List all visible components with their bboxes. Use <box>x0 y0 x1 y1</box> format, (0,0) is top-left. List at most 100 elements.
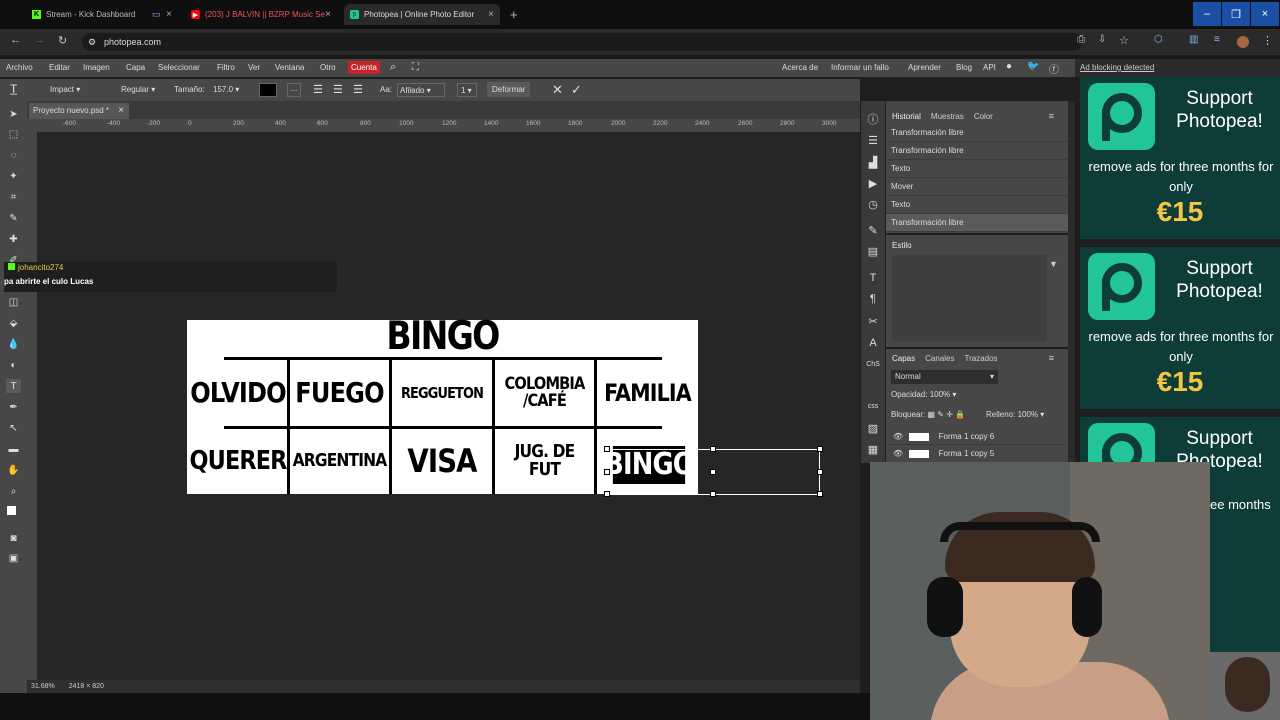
lock-icons[interactable]: ▦ ✎ ✛ 🔒 <box>927 410 965 419</box>
history-item[interactable]: Transformación libre <box>886 214 1068 232</box>
tab-color[interactable]: Color <box>974 112 993 121</box>
eye-icon[interactable]: 👁 <box>893 449 903 458</box>
close-icon[interactable]: × <box>325 9 331 20</box>
actions-icon[interactable]: ▶ <box>866 176 880 190</box>
history-item[interactable]: Texto <box>886 196 1068 214</box>
twitter-icon[interactable]: 🐦 <box>1027 61 1039 72</box>
eraser-tool-icon[interactable]: ◫ <box>6 295 21 309</box>
font-select[interactable]: Impact ▾ <box>50 85 80 94</box>
pen-tool-icon[interactable]: ✒ <box>6 400 21 414</box>
cast-icon[interactable]: ▭ <box>152 9 161 20</box>
move-tool-icon[interactable]: ➤ <box>6 107 21 121</box>
back-icon[interactable]: ← <box>10 34 21 46</box>
weight-select[interactable]: Regular ▾ <box>121 85 155 94</box>
text-color-swatch[interactable] <box>259 83 277 97</box>
link-acerca[interactable]: Acerca de <box>782 63 818 72</box>
transform-handle[interactable] <box>710 491 716 497</box>
text-tool-icon[interactable]: T̲ <box>10 82 17 96</box>
panel-menu-icon[interactable]: ≡ <box>1049 353 1054 363</box>
close-icon[interactable]: × <box>488 9 494 20</box>
menu-seleccionar[interactable]: Seleccionar <box>158 63 200 72</box>
kebab-menu-icon[interactable]: ⋮ <box>1262 34 1273 47</box>
blend-mode-select[interactable]: Normal ▾ <box>891 370 998 384</box>
channels-icon[interactable]: ChS <box>866 357 880 371</box>
histogram-icon[interactable]: ▟ <box>866 155 880 169</box>
hand-tool-icon[interactable]: ✋ <box>6 463 21 477</box>
direction-select[interactable]: 1 ▾ <box>457 83 477 97</box>
tab-historial[interactable]: Historial <box>892 112 921 121</box>
confirm-icon[interactable]: ✓ <box>571 82 582 98</box>
image-icon[interactable]: ▨ <box>866 421 880 435</box>
layer-row[interactable]: 👁 Forma 1 copy 6 <box>886 428 1066 445</box>
extensions-icon[interactable]: ⬡ <box>1154 34 1163 45</box>
quick-mask-icon[interactable]: ◙ <box>6 531 21 545</box>
transform-handle[interactable] <box>604 469 610 475</box>
link-informar[interactable]: Informar un fallo <box>831 63 889 72</box>
menu-ventana[interactable]: Ventana <box>275 63 304 72</box>
transform-handle[interactable] <box>604 446 610 452</box>
tab-capas[interactable]: Capas <box>892 354 915 363</box>
align-right-icon[interactable]: ☰ <box>353 83 363 96</box>
blur-tool-icon[interactable]: 💧 <box>6 337 21 351</box>
minimize-button[interactable]: – <box>1193 2 1221 26</box>
info-icon[interactable]: ⓘ <box>866 112 880 126</box>
healing-tool-icon[interactable]: ✚ <box>6 232 21 246</box>
search-icon[interactable]: ⌕ <box>390 61 396 74</box>
brush-presets-icon[interactable]: ✎ <box>866 223 880 237</box>
marquee-tool-icon[interactable]: ⬚ <box>6 127 21 141</box>
align-center-icon[interactable]: ☰ <box>333 83 343 96</box>
fullscreen-icon[interactable]: ⛶ <box>412 62 419 73</box>
menu-otro[interactable]: Otro <box>320 63 336 72</box>
lasso-tool-icon[interactable]: ◌ <box>6 148 21 162</box>
chevron-down-icon[interactable]: ▼ <box>1049 259 1058 269</box>
menu-cuenta[interactable]: Cuenta <box>348 61 380 74</box>
tab-trazados[interactable]: Trazados <box>964 354 997 363</box>
ad-card[interactable]: Support Photopea! remove ads for three m… <box>1080 77 1280 239</box>
tools-icon[interactable]: ✂ <box>866 314 880 328</box>
bucket-tool-icon[interactable]: ⬙ <box>6 316 21 330</box>
menu-ver[interactable]: Ver <box>248 63 260 72</box>
star-icon[interactable]: ☆ <box>1119 34 1129 47</box>
properties-icon[interactable]: ☰ <box>866 133 880 147</box>
color-swatches-icon[interactable] <box>6 505 21 519</box>
transform-handle[interactable] <box>817 469 823 475</box>
deform-button[interactable]: Deformar <box>487 82 531 97</box>
css-icon[interactable]: css <box>866 399 880 413</box>
close-icon[interactable]: × <box>118 103 124 119</box>
document-tab[interactable]: Proyecto nuevo.psd * × <box>29 103 130 119</box>
link-blog[interactable]: Blog <box>956 63 972 72</box>
transform-handle[interactable] <box>710 446 716 452</box>
align-left-icon[interactable]: ☰ <box>313 83 323 96</box>
more-options-button[interactable]: ... <box>287 83 301 97</box>
history-item[interactable]: Texto <box>886 160 1068 178</box>
paragraph-icon[interactable]: ¶ <box>866 292 880 306</box>
canvas-workspace[interactable]: BINGO OLVIDO FUEGO REGGUETON COLOMBIA /C… <box>37 132 860 680</box>
zoom-tool-icon[interactable]: ⌕ <box>6 484 21 498</box>
ad-banner-text[interactable]: Ad blocking detected <box>1080 63 1154 72</box>
layer-comps-icon[interactable]: ▦ <box>866 442 880 456</box>
url-field[interactable]: ⚙ photopea.com <box>82 33 1082 51</box>
path-select-icon[interactable]: ↖ <box>6 421 21 435</box>
close-icon[interactable]: × <box>166 9 172 20</box>
shape-tool-icon[interactable]: ▬ <box>6 442 21 456</box>
new-tab-button[interactable]: + <box>504 4 524 25</box>
screen-mode-icon[interactable]: ▣ <box>6 551 21 565</box>
tab-kick[interactable]: K Stream - Kick Dashboard ▭ × <box>26 4 178 25</box>
cancel-icon[interactable]: ✕ <box>552 82 563 98</box>
dodge-tool-icon[interactable]: ◐ <box>6 358 21 372</box>
menu-filtro[interactable]: Filtro <box>217 63 235 72</box>
transform-handle[interactable] <box>817 491 823 497</box>
screenshot-icon[interactable]: ⎙ <box>1077 34 1085 45</box>
tab-youtube[interactable]: ▶ (203) J BALVIN || BZRP Music Se × <box>185 4 337 25</box>
style-preview[interactable] <box>892 255 1047 341</box>
panel-scrollbar[interactable] <box>1068 101 1075 462</box>
reload-icon[interactable]: ↻ <box>58 34 67 47</box>
tab-estilo[interactable]: Estilo <box>892 241 912 250</box>
menu-capa[interactable]: Capa <box>126 63 145 72</box>
fill-input[interactable]: 100% <box>1018 410 1038 419</box>
menu-list-icon[interactable]: ≡ <box>1214 34 1220 45</box>
character-icon[interactable]: T <box>866 271 880 285</box>
menu-editar[interactable]: Editar <box>49 63 70 72</box>
menu-archivo[interactable]: Archivo <box>6 63 33 72</box>
ad-card[interactable]: Support Photopea! remove ads for three m… <box>1080 247 1280 409</box>
